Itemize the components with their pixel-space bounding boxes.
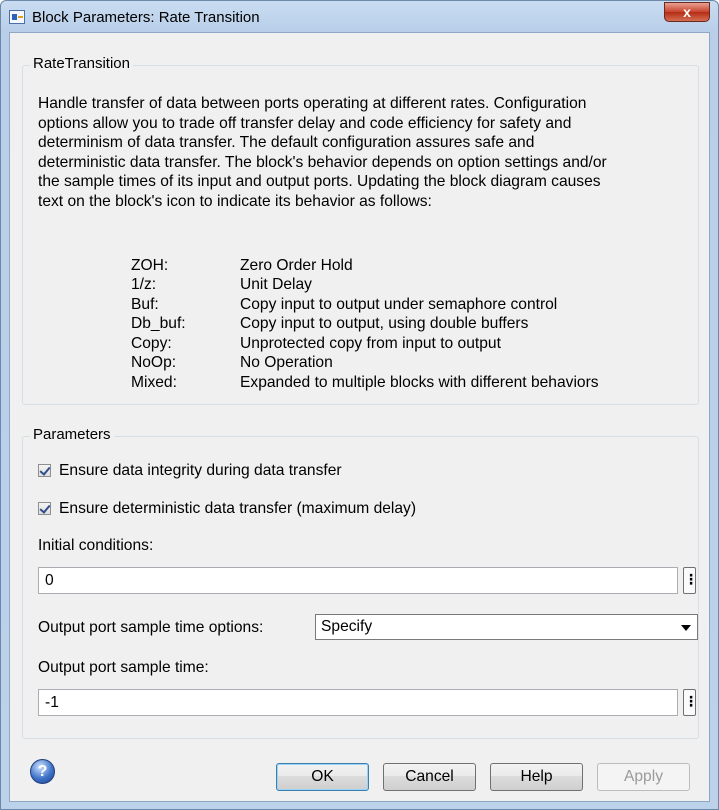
behavior-description: Expanded to multiple blocks with differe… [240, 374, 599, 391]
parameters-group: Parameters Ensure data integrity during … [22, 426, 699, 739]
block-description-legend: RateTransition [30, 55, 133, 72]
behavior-code: NoOp: [131, 354, 177, 371]
ensure-deterministic-checkbox[interactable] [38, 502, 51, 515]
behavior-code: Buf: [131, 296, 159, 313]
help-button[interactable]: Help [490, 763, 583, 791]
behavior-description: Copy input to output under semaphore con… [240, 296, 558, 313]
cancel-button[interactable]: Cancel [383, 763, 476, 791]
sample-time-options-label: Output port sample time options: [38, 619, 264, 636]
behavior-code: Db_buf: [131, 315, 186, 332]
chevron-down-icon [681, 625, 691, 631]
behavior-code: Mixed: [131, 374, 177, 391]
dialog-client-area: RateTransition Handle transfer of data b… [9, 32, 710, 802]
close-button[interactable]: x [664, 2, 710, 22]
behavior-code: Copy: [131, 335, 172, 352]
description-line: determinism of data transfer. The defaul… [38, 134, 535, 152]
ensure-deterministic-label[interactable]: Ensure deterministic data transfer (maxi… [59, 500, 416, 518]
initial-conditions-input[interactable]: 0 [38, 567, 678, 594]
description-line: the sample times of its input and output… [38, 173, 601, 191]
description-line: text on the block's icon to indicate its… [38, 192, 432, 210]
initial-conditions-label: Initial conditions: [38, 537, 154, 554]
ensure-integrity-label[interactable]: Ensure data integrity during data transf… [59, 462, 342, 480]
behavior-description: No Operation [240, 354, 333, 371]
sample-time-label: Output port sample time: [38, 659, 209, 676]
apply-button[interactable]: Apply [597, 763, 690, 791]
behavior-description: Copy input to output, using double buffe… [240, 315, 529, 332]
sample-time-input[interactable]: -1 [38, 689, 678, 716]
simulink-app-icon [9, 10, 25, 24]
dialog-window: Block Parameters: Rate Transition x Rate… [0, 0, 719, 810]
help-icon[interactable]: ? [30, 759, 55, 784]
parameters-legend: Parameters [30, 426, 114, 443]
sample-time-more-button[interactable]: ⋮ [683, 689, 698, 716]
sample-time-options-select[interactable]: Specify [315, 614, 698, 640]
description-line: options allow you to trade off transfer … [38, 114, 572, 132]
block-description-text: Handle transfer of data between ports op… [38, 94, 698, 212]
description-line: deterministic data transfer. The block's… [38, 153, 607, 171]
ok-button[interactable]: OK [276, 763, 369, 791]
window-title: Block Parameters: Rate Transition [32, 9, 260, 26]
behavior-description: Zero Order Hold [240, 257, 353, 274]
block-description-group: RateTransition Handle transfer of data b… [22, 55, 699, 405]
ensure-integrity-checkbox[interactable] [38, 464, 51, 477]
behavior-code: 1/z: [131, 276, 157, 293]
behavior-description: Unit Delay [240, 276, 312, 293]
behavior-code: ZOH: [131, 257, 169, 274]
title-bar[interactable]: Block Parameters: Rate Transition x [1, 1, 718, 33]
behavior-description: Unprotected copy from input to output [240, 335, 501, 352]
description-line: Handle transfer of data between ports op… [38, 95, 587, 112]
sample-time-options-value: Specify [321, 618, 373, 635]
initial-conditions-more-button[interactable]: ⋮ [683, 567, 698, 594]
